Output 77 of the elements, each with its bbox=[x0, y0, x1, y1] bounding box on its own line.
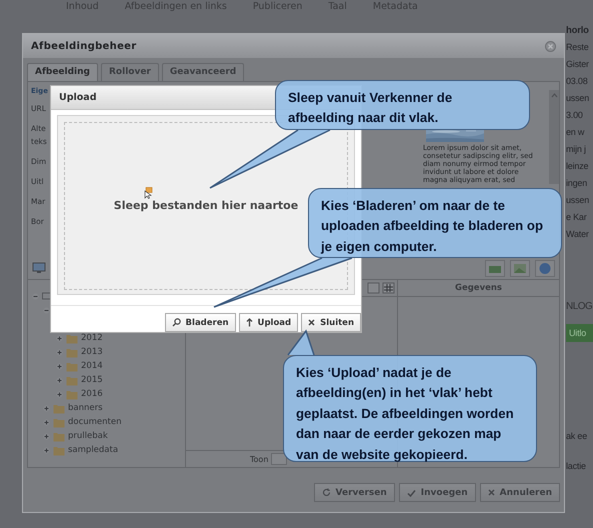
tree-item[interactable]: documenten bbox=[68, 417, 122, 427]
tree-item[interactable]: prullebak bbox=[68, 431, 108, 441]
expand-icon[interactable] bbox=[56, 348, 63, 356]
sidebar-text: horlo bbox=[566, 24, 590, 38]
monitor-icon[interactable] bbox=[32, 262, 46, 274]
sidebar-text: 3.00 bbox=[566, 109, 584, 122]
expand-icon[interactable] bbox=[43, 446, 50, 454]
dialog-button[interactable]: Sluiten bbox=[301, 313, 361, 332]
close-icon bbox=[488, 489, 495, 496]
folder-icon bbox=[53, 444, 65, 456]
callout-text: Kies ‘Upload’ nadat je de afbeelding(en) in het ‘vlak’ hebt geplaatst. De afbeeldingen worden dan naar de eerder gekozen map van de website gekopieerd. bbox=[296, 364, 515, 464]
dialog-button[interactable]: Verversen bbox=[314, 483, 395, 502]
sidebar-text: ak ee bbox=[566, 430, 588, 443]
expand-icon[interactable] bbox=[43, 432, 50, 440]
dialog-button[interactable]: Upload bbox=[238, 313, 298, 332]
sidebar-text: leinze bbox=[566, 160, 590, 173]
sidebar-text: ingen bbox=[566, 177, 588, 190]
dialog-title: Upload bbox=[59, 92, 97, 103]
tree-item[interactable]: 2013 bbox=[81, 347, 103, 357]
grid-view-icon[interactable] bbox=[382, 282, 395, 294]
collapse-icon[interactable] bbox=[43, 306, 50, 314]
sidebar-text: ussen bbox=[566, 194, 590, 207]
folder-icon bbox=[66, 374, 78, 386]
sidebar-text: e Kar bbox=[566, 211, 588, 224]
sidebar-text: Gister bbox=[566, 58, 590, 71]
sidebar-text: en w bbox=[566, 126, 586, 139]
expand-icon[interactable] bbox=[56, 376, 63, 384]
dialog-button[interactable]: Bladeren bbox=[164, 313, 236, 332]
image-icon[interactable] bbox=[510, 260, 530, 276]
login-heading: NLOG bbox=[566, 301, 593, 312]
folder-icon bbox=[66, 346, 78, 358]
dialog-button[interactable]: Invoegen bbox=[398, 483, 476, 502]
logout-button[interactable]: Uitlo bbox=[566, 324, 593, 342]
folder-icon bbox=[66, 388, 78, 400]
sidebar-text: Water bbox=[566, 228, 590, 241]
folder-add-icon[interactable] bbox=[485, 260, 505, 276]
expand-icon[interactable] bbox=[56, 334, 63, 342]
help-icon[interactable] bbox=[535, 260, 555, 276]
tree-item[interactable]: 2015 bbox=[81, 375, 103, 385]
drag-cursor-icon bbox=[144, 186, 153, 199]
window-title: Afbeeldingbeheer bbox=[31, 40, 136, 52]
folder-icon bbox=[66, 360, 78, 372]
sidebar-text: mijn j bbox=[566, 143, 587, 156]
page-size-select[interactable] bbox=[271, 453, 288, 465]
expand-icon[interactable] bbox=[43, 404, 50, 412]
scroll-up-icon[interactable] bbox=[550, 93, 558, 98]
dialog-button[interactable]: Annuleren bbox=[480, 483, 560, 502]
scrollbar[interactable] bbox=[549, 90, 559, 184]
column-header: Gegevens bbox=[398, 280, 559, 297]
collapse-icon[interactable] bbox=[32, 292, 39, 300]
close-icon[interactable] bbox=[545, 40, 556, 52]
tree-item[interactable]: banners bbox=[68, 403, 103, 413]
tree-item[interactable]: sampledata bbox=[68, 445, 118, 455]
sidebar-text: 03.08 bbox=[566, 75, 589, 88]
sidebar-text: Reste bbox=[566, 41, 590, 54]
folder-icon bbox=[53, 430, 65, 442]
drop-zone-text: Sleep bestanden hier naartoe bbox=[114, 199, 298, 212]
list-view-icon[interactable] bbox=[367, 282, 380, 294]
sidebar-text: lactie bbox=[566, 460, 587, 473]
sidebar-text: ussen bbox=[566, 92, 590, 105]
refresh-icon bbox=[322, 488, 330, 497]
tab[interactable]: Rollover bbox=[101, 63, 159, 81]
expand-icon[interactable] bbox=[43, 418, 50, 426]
tree-item[interactable]: 2016 bbox=[81, 389, 103, 399]
tree-item[interactable]: 2014 bbox=[81, 361, 103, 371]
pager-label: Toon bbox=[250, 454, 268, 464]
search-icon bbox=[172, 318, 181, 327]
expand-icon[interactable] bbox=[56, 362, 63, 370]
tab[interactable]: Geavanceerd bbox=[162, 63, 244, 81]
folder-icon bbox=[53, 402, 65, 414]
check-icon bbox=[406, 488, 416, 496]
folder-icon bbox=[53, 416, 65, 428]
tab[interactable]: Afbeelding bbox=[27, 63, 98, 81]
close-icon bbox=[308, 319, 316, 326]
tree-item[interactable]: 2012 bbox=[81, 333, 103, 343]
expand-icon[interactable] bbox=[56, 390, 63, 398]
up-arrow-icon bbox=[246, 318, 253, 327]
